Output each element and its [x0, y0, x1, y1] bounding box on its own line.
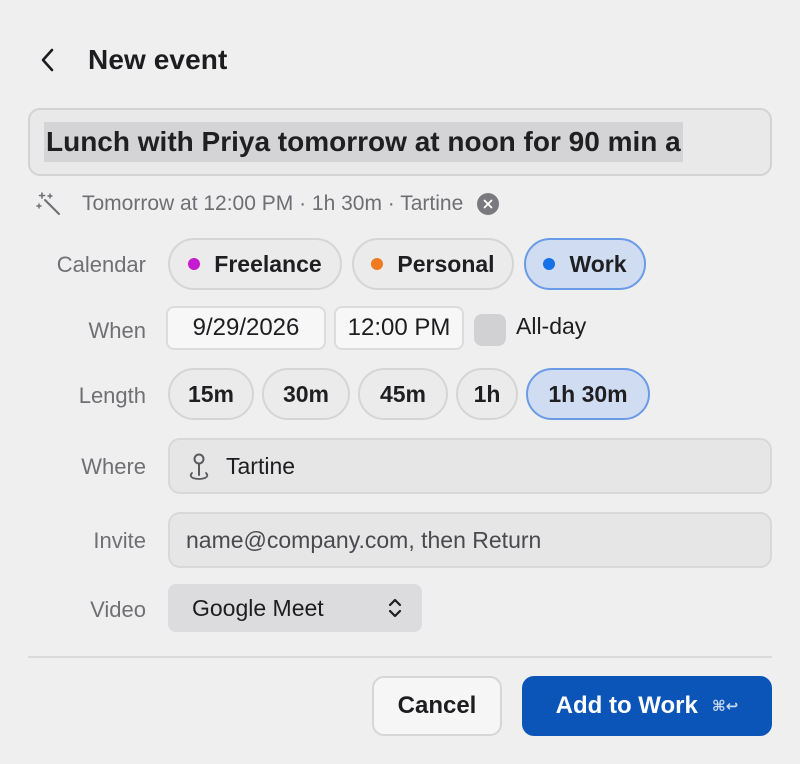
- length-option-15m[interactable]: 15m: [168, 368, 254, 420]
- calendar-label: Calendar: [56, 252, 146, 277]
- time-field[interactable]: 12:00 PM: [334, 306, 464, 350]
- back-button[interactable]: [40, 40, 66, 80]
- length-option-30m[interactable]: 30m: [262, 368, 350, 420]
- clear-parse-button[interactable]: [477, 193, 500, 215]
- keyboard-shortcut-hint: ⌘↩: [711, 698, 739, 715]
- length-option-45m[interactable]: 45m: [358, 368, 448, 420]
- length-option-1h[interactable]: 1h: [456, 368, 518, 420]
- chevron-left-icon: [41, 48, 54, 72]
- video-select[interactable]: Google Meet: [168, 584, 422, 632]
- add-to-work-button[interactable]: Add to Work ⌘↩: [522, 676, 772, 736]
- chevron-up-down-icon: [388, 598, 402, 618]
- calendar-option-label: Personal: [397, 250, 495, 277]
- video-selected-value: Google Meet: [192, 594, 324, 621]
- calendar-option-freelance[interactable]: Freelance: [168, 238, 342, 290]
- page-title: New event: [88, 44, 228, 75]
- footer-divider: [28, 656, 772, 658]
- where-input[interactable]: Tartine: [168, 438, 772, 494]
- date-field[interactable]: 9/29/2026: [166, 306, 326, 350]
- invite-input[interactable]: name@company.com, then Return: [168, 512, 772, 568]
- work-color-dot: [543, 258, 556, 270]
- cancel-button[interactable]: Cancel: [372, 676, 502, 736]
- where-label: Where: [81, 454, 146, 479]
- calendar-option-personal[interactable]: Personal: [352, 238, 514, 290]
- parse-summary-row: Tomorrow at 12:00 PM · 1h 30m · Tartine: [36, 188, 500, 220]
- invite-label: Invite: [93, 528, 146, 553]
- length-option-1h-30m[interactable]: 1h 30m: [526, 368, 650, 420]
- all-day-checkbox[interactable]: [474, 314, 506, 346]
- magic-wand-icon: [36, 191, 62, 217]
- video-label: Video: [90, 597, 146, 622]
- header: New event: [40, 38, 227, 82]
- length-label: Length: [78, 383, 146, 408]
- personal-color-dot: [371, 258, 384, 270]
- natural-language-text: Lunch with Priya tomorrow at noon for 90…: [44, 122, 683, 162]
- all-day-label: All-day: [516, 313, 587, 339]
- natural-language-input[interactable]: Lunch with Priya tomorrow at noon for 90…: [28, 108, 772, 176]
- when-label: When: [88, 318, 146, 343]
- add-to-work-label: Add to Work: [555, 692, 698, 719]
- calendar-option-label: Freelance: [214, 250, 322, 277]
- close-icon: [483, 199, 493, 209]
- calendar-option-work[interactable]: Work: [524, 238, 646, 290]
- freelance-color-dot: [188, 258, 201, 270]
- where-value: Tartine: [226, 452, 296, 479]
- invite-placeholder: name@company.com, then Return: [186, 526, 542, 553]
- parse-summary-text: Tomorrow at 12:00 PM · 1h 30m · Tartine: [82, 192, 464, 215]
- map-pin-icon: [186, 451, 212, 481]
- calendar-option-label: Work: [569, 250, 627, 277]
